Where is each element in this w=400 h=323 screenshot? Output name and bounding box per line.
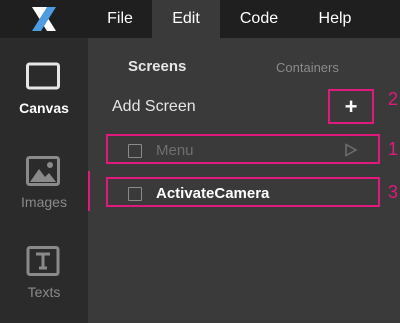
screen-item-activatecamera[interactable]: ActivateCamera [106,177,380,207]
tab-screens[interactable]: Screens [128,58,186,75]
sidebar-item-canvas[interactable]: Canvas [0,52,88,132]
callout-number-1: 1 [388,139,399,159]
callout-number-2: 2 [388,89,399,109]
sidebar-item-label: Texts [27,284,61,300]
menu-file[interactable]: File [88,0,152,38]
menu-edit[interactable]: Edit [152,0,220,38]
screen-name: Menu [156,142,194,159]
x-logo-icon [32,7,56,31]
screen-item-menu[interactable]: Menu [106,134,380,164]
play-icon[interactable] [344,143,358,157]
left-sidebar: Canvas Images Texts [0,38,88,323]
text-icon [26,246,60,276]
canvas-icon [26,62,60,90]
plus-icon: + [344,93,358,119]
menu-code[interactable]: Code [220,0,298,38]
top-menu-bar: File Edit Code Help [0,0,400,38]
image-icon [26,156,60,186]
sidebar-item-images[interactable]: Images [0,146,88,226]
sidebar-item-label: Canvas [19,100,69,116]
callout-number-3: 3 [388,182,399,202]
sidebar-item-label: Images [21,194,67,210]
app-logo[interactable] [0,0,88,38]
add-screen-button[interactable]: + [328,89,374,124]
tab-containers[interactable]: Containers [276,60,339,75]
sidebar-item-texts[interactable]: Texts [0,236,88,316]
screens-panel: Screens Containers Add Screen + Menu Act… [90,38,400,323]
screen-checkbox[interactable] [128,187,142,201]
menu-help[interactable]: Help [298,0,372,38]
screen-checkbox[interactable] [128,144,142,158]
screen-name: ActivateCamera [156,185,270,202]
add-screen-label: Add Screen [112,98,196,115]
